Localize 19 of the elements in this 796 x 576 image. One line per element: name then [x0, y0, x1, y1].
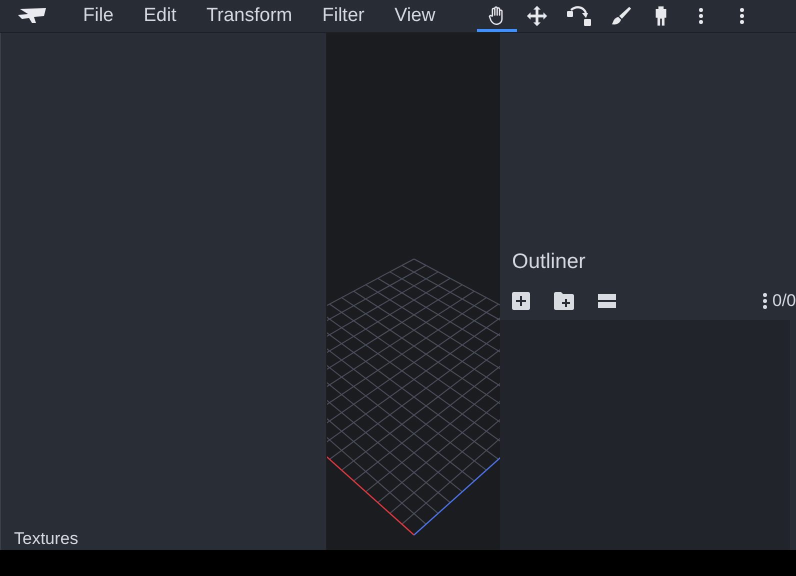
menu-item[interactable]: View — [379, 0, 450, 32]
more-icon — [698, 7, 704, 25]
figure-icon — [654, 4, 668, 28]
menu-item[interactable]: Edit — [128, 0, 192, 32]
add-icon[interactable] — [512, 292, 530, 310]
menu-item[interactable]: Transform — [191, 0, 308, 32]
app-logo-icon[interactable] — [16, 6, 48, 26]
menu-item[interactable]: File — [68, 0, 129, 32]
more-icon[interactable] — [762, 292, 768, 310]
element-counter: 0/0 — [772, 291, 796, 311]
brush-icon — [610, 5, 632, 27]
rotate-icon — [566, 5, 592, 27]
panel-title: Textures — [13, 529, 80, 550]
menu-item[interactable]: Filter — [307, 0, 380, 32]
move-icon — [526, 5, 548, 27]
collapse-icon[interactable] — [598, 294, 616, 308]
more-icon[interactable] — [739, 7, 746, 25]
panel-title: Outliner — [511, 249, 587, 275]
add-folder-icon[interactable] — [554, 292, 574, 310]
